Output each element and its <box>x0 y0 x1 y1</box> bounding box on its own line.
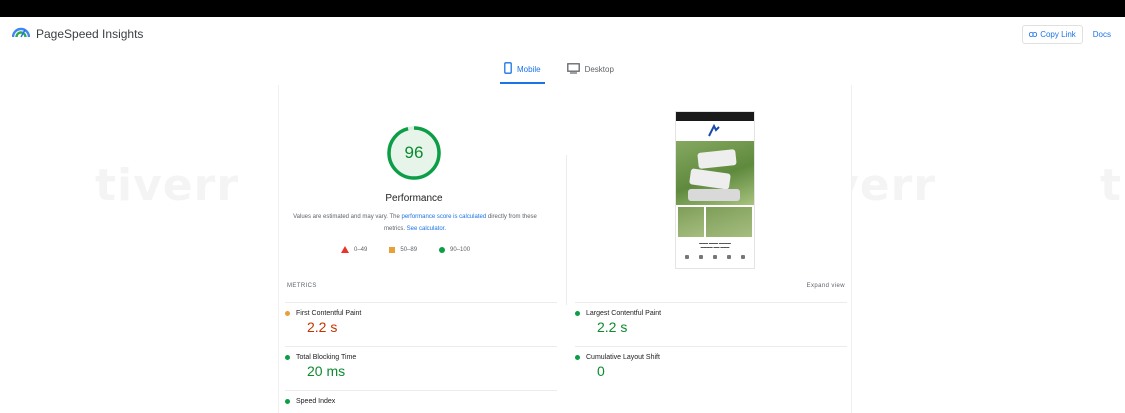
performance-title: Performance <box>385 193 443 204</box>
score-calculation-link[interactable]: performance score is calculated <box>401 214 486 220</box>
brand[interactable]: PageSpeed Insights <box>11 25 144 43</box>
metric-value: 20 ms <box>307 363 346 379</box>
circle-icon <box>285 355 290 360</box>
legend-label: 90–100 <box>450 246 471 253</box>
circle-icon <box>575 355 580 360</box>
site-logo-icon <box>708 124 720 137</box>
legend-fail: 0–49 <box>341 246 367 253</box>
monitor-icon <box>566 62 580 76</box>
pagespeed-logo-icon <box>11 25 31 43</box>
metric-fcp[interactable]: First Contentful Paint 2.2 s <box>285 302 557 335</box>
metric-name: Speed Index <box>296 398 336 405</box>
copy-link-button[interactable]: Copy Link <box>1022 24 1083 44</box>
metric-value: 2.2 s <box>307 319 338 335</box>
link-icon <box>1029 30 1038 39</box>
metric-name: Largest Contentful Paint <box>586 310 662 317</box>
copy-link-label: Copy Link <box>1040 29 1076 39</box>
top-black-bar <box>0 0 1125 17</box>
see-calculator-link[interactable]: See calculator. <box>407 226 446 232</box>
tab-mobile-label: Mobile <box>517 64 541 74</box>
page-screenshot: ▬▬▬ ▬▬▬ ▬▬▬▬ ▬▬▬▬ ▬▬ ▬▬▬ <box>675 111 755 269</box>
metric-speed-index[interactable]: Speed Index <box>285 390 557 407</box>
performance-description: Values are estimated and may vary. The p… <box>293 211 537 235</box>
metric-name: Cumulative Layout Shift <box>586 354 660 361</box>
square-icon <box>389 246 396 253</box>
app-header: PageSpeed Insights Copy Link Docs <box>0 17 1125 51</box>
triangle-icon <box>341 246 349 253</box>
app-title: PageSpeed Insights <box>36 27 144 41</box>
screenshot-nav <box>676 121 754 141</box>
screenshot-thumbnails <box>676 205 754 239</box>
tab-mobile[interactable]: Mobile <box>500 58 545 84</box>
metric-cls[interactable]: Cumulative Layout Shift 0 <box>575 346 847 379</box>
expand-view-button[interactable]: Expand view <box>807 283 845 289</box>
score-legend: 0–49 50–89 90–100 <box>341 246 470 253</box>
tab-desktop-label: Desktop <box>584 64 614 74</box>
legend-pass: 90–100 <box>439 246 471 253</box>
metrics-label: METRICS <box>287 283 317 289</box>
metric-tbt[interactable]: Total Blocking Time 20 ms <box>285 346 557 379</box>
legend-average: 50–89 <box>389 246 418 253</box>
device-tabs: Mobile Desktop <box>500 58 618 84</box>
metric-name: First Contentful Paint <box>296 310 362 317</box>
performance-gauge[interactable]: 96 <box>386 125 442 181</box>
tab-desktop[interactable]: Desktop <box>563 58 618 84</box>
legend-label: 0–49 <box>354 246 368 253</box>
circle-icon <box>575 311 580 316</box>
phone-icon <box>504 62 512 76</box>
desc-text: Values are estimated and may vary. The <box>293 214 402 220</box>
metric-value: 2.2 s <box>597 319 628 335</box>
circle-icon <box>439 246 446 253</box>
report-panel: 96 Performance Values are estimated and … <box>278 85 852 413</box>
watermark: tiverr <box>95 160 239 211</box>
metrics-header: METRICS Expand view <box>279 283 853 289</box>
screenshot-icons <box>676 251 754 263</box>
watermark: tiverr <box>1100 160 1125 211</box>
screenshot-text: ▬▬▬ ▬▬▬ ▬▬▬▬ ▬▬▬▬ ▬▬ ▬▬▬ <box>699 241 731 249</box>
circle-icon <box>285 399 290 404</box>
screenshot-announcement-bar <box>676 112 754 121</box>
metric-lcp[interactable]: Largest Contentful Paint 2.2 s <box>575 302 847 335</box>
screenshot-hero-image <box>676 141 754 205</box>
metric-name: Total Blocking Time <box>296 354 357 361</box>
square-icon <box>285 311 290 316</box>
metric-value: 0 <box>597 363 605 379</box>
legend-label: 50–89 <box>400 246 418 253</box>
performance-score: 96 <box>404 143 424 162</box>
docs-link[interactable]: Docs <box>1091 26 1113 43</box>
